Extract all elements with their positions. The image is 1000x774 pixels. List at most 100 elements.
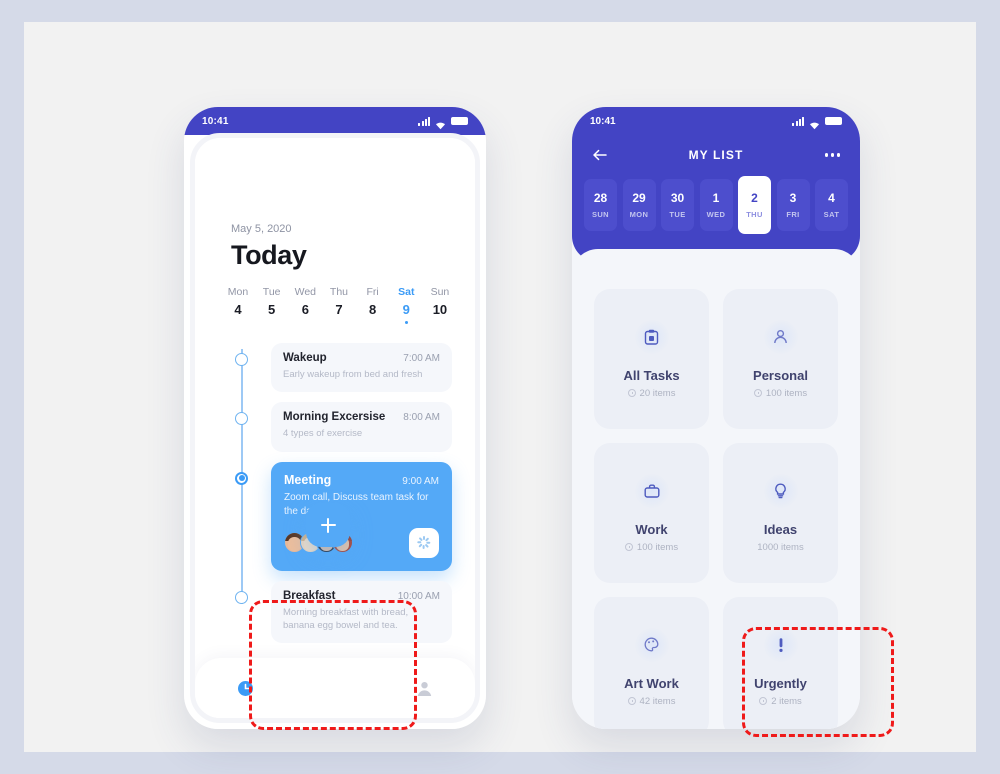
date-chip-4[interactable]: 4 SAT — [815, 179, 848, 231]
task-header: Meeting 9:00 AM — [284, 473, 439, 487]
week-day-wed[interactable]: Wed 6 — [291, 286, 319, 317]
lightbulb-icon — [763, 473, 798, 508]
week-day-thu[interactable]: Thu 7 — [325, 286, 353, 317]
design-canvas: 10:41 May 5, 2020 Today Mon 4 Tue 5 Wed … — [24, 22, 976, 752]
week-day-sun[interactable]: Sun 10 — [426, 286, 454, 317]
category-count: 20 items — [639, 387, 676, 399]
signal-icon — [418, 116, 430, 126]
briefcase-icon — [634, 473, 669, 508]
category-name: Art Work — [624, 675, 679, 691]
date-chip-2-selected[interactable]: 2 THU — [738, 176, 771, 234]
meeting-action-button[interactable] — [409, 527, 439, 558]
task-row-morning-exercise[interactable]: Morning Excersise 8:00 AM 4 types of exe… — [195, 402, 475, 452]
current-date-label: May 5, 2020 — [231, 223, 292, 235]
date-number: 4 — [828, 191, 835, 205]
task-card[interactable]: Breakfast 10:00 AM Morning breakfast wit… — [271, 580, 452, 644]
timeline-dot — [235, 353, 248, 366]
date-chip-28[interactable]: 28 SUN — [584, 179, 617, 231]
task-row-wakeup[interactable]: Wakeup 7:00 AM Early wakeup from bed and… — [195, 343, 475, 393]
week-day-name: Sun — [430, 286, 450, 298]
task-title: Morning Excersise — [283, 411, 386, 424]
task-header: Wakeup 7:00 AM — [283, 352, 440, 364]
phone-1-inner-screen: May 5, 2020 Today Mon 4 Tue 5 Wed 6 Thu … — [190, 133, 480, 723]
category-card-work[interactable]: Work 100 items — [594, 443, 709, 583]
today-content: May 5, 2020 Today Mon 4 Tue 5 Wed 6 Thu … — [195, 138, 475, 718]
week-day-name: Tue — [262, 286, 281, 298]
week-day-name: Thu — [329, 286, 349, 298]
task-description: Early wakeup from bed and fresh — [283, 369, 423, 380]
status-bar: 10:41 — [184, 107, 486, 135]
category-meta: 100 items — [753, 387, 808, 399]
clock-icon — [759, 697, 768, 705]
profile-icon[interactable] — [416, 680, 433, 697]
date-number: 3 — [789, 191, 797, 205]
timeline-dot-active — [235, 471, 248, 485]
task-card[interactable]: Wakeup 7:00 AM Early wakeup from bed and… — [271, 343, 452, 393]
category-card-all-tasks[interactable]: All Tasks 20 items — [594, 289, 709, 429]
category-card-ideas[interactable]: Ideas 1000 items — [723, 443, 838, 583]
date-weekday: TUE — [669, 210, 686, 219]
date-chip-30[interactable]: 30 TUE — [661, 179, 694, 231]
task-time: 7:00 AM — [403, 353, 440, 364]
category-count: 2 items — [771, 695, 802, 707]
selected-day-dot — [404, 321, 408, 324]
wifi-icon — [809, 117, 820, 129]
date-chip-1[interactable]: 1 WED — [699, 179, 733, 231]
date-number: 1 — [712, 191, 720, 205]
category-card-urgently[interactable]: Urgently 2 items — [723, 597, 838, 729]
week-day-number: 9 — [402, 302, 410, 317]
category-count: 42 items — [639, 695, 676, 707]
clock-icon — [627, 389, 636, 397]
task-title: Breakfast — [283, 589, 336, 602]
category-meta: 2 items — [759, 696, 802, 707]
more-horizontal-icon[interactable] — [825, 153, 840, 157]
week-day-name: Fri — [366, 286, 379, 298]
task-time: 8:00 AM — [403, 412, 440, 424]
task-card-highlighted[interactable]: Meeting 9:00 AM Zoom call, Discuss team … — [271, 461, 452, 571]
palette-icon — [634, 627, 669, 662]
week-day-mon[interactable]: Mon 4 — [224, 286, 252, 317]
category-name: All Tasks — [623, 367, 680, 383]
home-icon[interactable] — [237, 680, 254, 697]
category-meta: 42 items — [627, 695, 676, 707]
category-name: Urgently — [754, 675, 807, 691]
week-day-name: Sat — [398, 286, 415, 298]
week-day-number: 7 — [335, 302, 343, 317]
date-chip-29[interactable]: 29 MON — [622, 179, 656, 231]
wifi-icon — [435, 117, 446, 129]
week-strip[interactable]: Mon 4 Tue 5 Wed 6 Thu 7 Fri 8 Sat 9 Sun … — [224, 286, 454, 324]
category-count: 100 items — [636, 541, 679, 553]
exclamation-icon — [763, 627, 798, 662]
category-meta: 1000 items — [757, 542, 803, 553]
person-icon — [763, 319, 798, 354]
week-day-number: 4 — [234, 302, 242, 317]
task-title: Wakeup — [283, 352, 327, 364]
category-count: 1000 items — [757, 541, 804, 553]
week-day-name: Wed — [294, 286, 317, 298]
category-card-personal[interactable]: Personal 100 items — [723, 289, 838, 429]
task-row-breakfast[interactable]: Breakfast 10:00 AM Morning breakfast wit… — [195, 580, 475, 644]
clipboard-icon — [634, 319, 669, 354]
timeline-dot — [235, 590, 248, 604]
date-number: 2 — [751, 191, 758, 205]
date-weekday: SAT — [823, 210, 840, 219]
plus-icon — [320, 517, 336, 533]
week-day-sat-selected[interactable]: Sat 9 — [392, 286, 420, 324]
arrow-left-icon[interactable] — [592, 148, 608, 162]
task-card[interactable]: Morning Excersise 8:00 AM 4 types of exe… — [271, 402, 452, 452]
signal-icon — [792, 116, 804, 126]
category-count: 100 items — [765, 387, 808, 399]
date-chip-3[interactable]: 3 FRI — [776, 179, 810, 231]
add-task-fab[interactable] — [306, 503, 350, 547]
task-timeline: Wakeup 7:00 AM Early wakeup from bed and… — [195, 343, 475, 653]
week-day-fri[interactable]: Fri 8 — [359, 286, 387, 317]
category-card-art-work[interactable]: Art Work 42 items — [594, 597, 709, 729]
week-day-tue[interactable]: Tue 5 — [258, 286, 286, 317]
date-number: 30 — [670, 191, 685, 205]
page-title: Today — [231, 240, 307, 270]
date-weekday: WED — [706, 210, 726, 219]
date-strip[interactable]: 28 SUN 29 MON 30 TUE 1 WED 2 THU 3 FRI 4… — [584, 176, 848, 234]
week-day-name: Mon — [227, 286, 249, 298]
category-meta: 100 items — [624, 541, 679, 553]
clock-icon — [627, 697, 636, 705]
